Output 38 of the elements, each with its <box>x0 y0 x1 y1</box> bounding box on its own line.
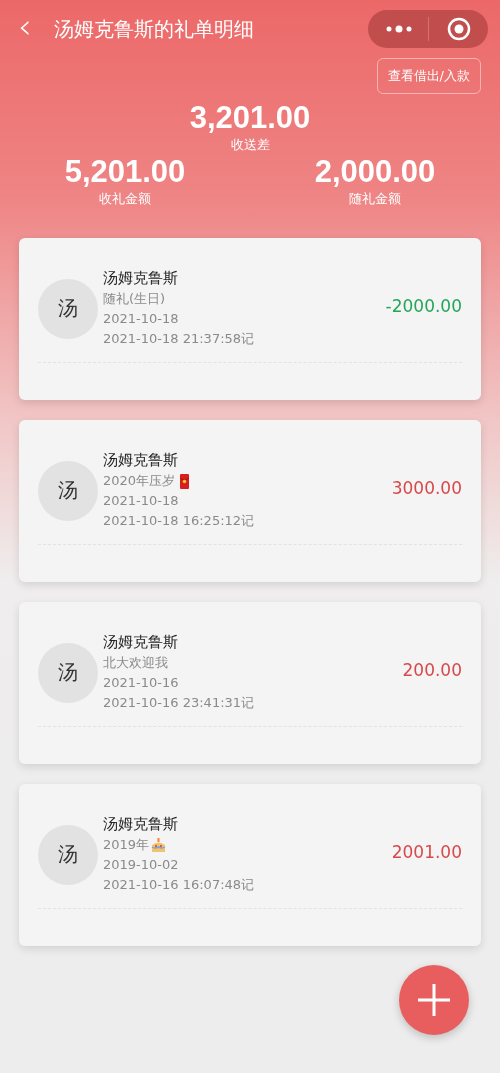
difference-label: 收送差 <box>229 136 271 154</box>
contact-name: 汤姆克鲁斯 <box>103 450 178 471</box>
event-name: 随礼(生日) <box>103 290 166 308</box>
contact-name: 汤姆克鲁斯 <box>103 814 178 835</box>
received-amount: 5,201.00 <box>64 154 186 190</box>
add-button[interactable] <box>399 965 469 1035</box>
record-time: 2021-10-18 21:37:58记 <box>103 330 255 348</box>
plus-icon <box>416 982 452 1018</box>
event-date: 2021-10-18 <box>103 310 179 328</box>
given-amount: 2,000.00 <box>314 154 436 190</box>
avatar: 汤 <box>38 824 98 885</box>
record-time: 2021-10-18 16:25:12记 <box>103 512 255 530</box>
avatar: 汤 <box>38 460 98 521</box>
record-time: 2021-10-16 16:07:48记 <box>103 876 255 894</box>
record-card[interactable]: 汤 汤姆克鲁斯 北大欢迎我 2021-10-16 2021-10-16 23:41:31记 200.00 <box>19 602 481 764</box>
page-title: 汤姆克鲁斯的礼单明细 <box>54 15 254 43</box>
received-label: 收礼金额 <box>99 190 151 208</box>
given-label: 随礼金额 <box>349 190 401 208</box>
record-card[interactable]: 汤 汤姆克鲁斯 2019年 2019-10-02 2021-10-16 16:07:48记 2001.00 <box>19 784 481 946</box>
event-date: 2021-10-16 <box>103 674 179 692</box>
contact-name: 汤姆克鲁斯 <box>103 268 178 289</box>
record-time: 2021-10-16 23:41:31记 <box>103 694 255 712</box>
gift-amount: 3000.00 <box>391 478 462 498</box>
gift-amount: -2000.00 <box>385 296 462 316</box>
gift-amount: 2001.00 <box>391 842 462 862</box>
contact-name: 汤姆克鲁斯 <box>103 632 178 653</box>
record-card[interactable]: 汤 汤姆克鲁斯 随礼(生日) 2021-10-18 2021-10-18 21:37:58记 -2000.00 <box>19 238 481 400</box>
avatar: 汤 <box>38 642 98 703</box>
difference-amount: 3,201.00 <box>188 100 312 136</box>
event-name: 北大欢迎我 <box>103 654 168 672</box>
event-name: 2019年 <box>103 836 150 854</box>
avatar: 汤 <box>38 278 98 339</box>
event-date: 2019-10-02 <box>103 856 179 874</box>
more-icon[interactable] <box>385 25 413 33</box>
record-card[interactable]: 汤 汤姆克鲁斯 2020年压岁 2021-10-18 2021-10-18 16:25:12记 3000.00 <box>19 420 481 582</box>
gift-amount: 200.00 <box>402 660 462 680</box>
event-name: 2020年压岁 <box>103 472 176 490</box>
event-date: 2021-10-18 <box>103 492 179 510</box>
